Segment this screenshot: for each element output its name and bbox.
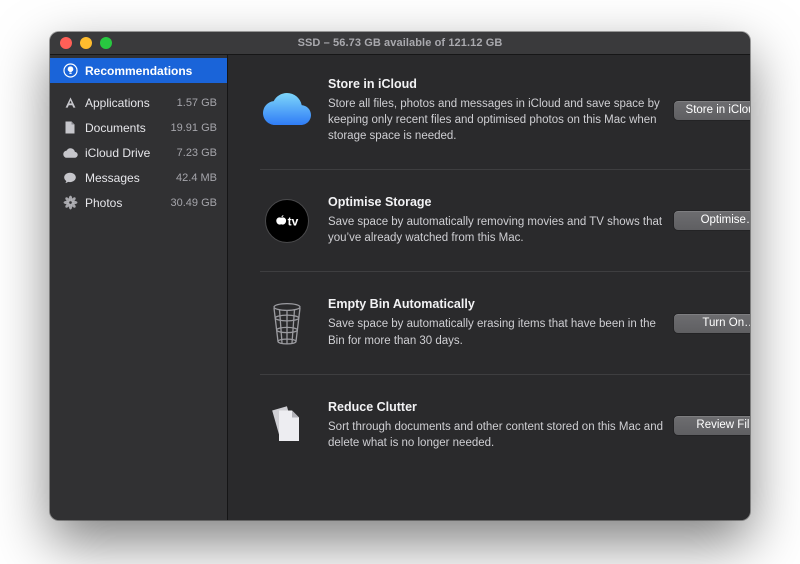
section-description: Sort through documents and other content… [328, 419, 673, 451]
sidebar-item-applications[interactable]: Applications 1.57 GB [50, 90, 227, 115]
applications-icon [62, 96, 78, 109]
sidebar-item-label: Photos [85, 196, 122, 210]
sidebar-item-size: 1.57 GB [177, 97, 217, 109]
icloud-icon [260, 93, 314, 129]
section-text: Optimise Storage Save space by automatic… [328, 195, 673, 246]
separator [260, 169, 750, 170]
photos-icon [62, 195, 78, 210]
section-empty-bin: Empty Bin Automatically Save space by au… [260, 297, 750, 348]
section-description: Save space by automatically removing mov… [328, 214, 673, 246]
recommendations-pane: Store in iCloud Store all files, photos … [228, 55, 750, 520]
sidebar-item-documents[interactable]: Documents 19.91 GB [50, 115, 227, 140]
section-title: Empty Bin Automatically [328, 297, 673, 311]
optimise-button[interactable]: Optimise… [673, 210, 750, 231]
section-store-in-icloud: Store in iCloud Store all files, photos … [260, 77, 750, 144]
section-text: Store in iCloud Store all files, photos … [328, 77, 673, 144]
sidebar-item-icloud-drive[interactable]: iCloud Drive 7.23 GB [50, 140, 227, 165]
section-optimise-storage: tv Optimise Storage Save space by automa… [260, 195, 750, 246]
sidebar-item-size: 30.49 GB [171, 197, 217, 209]
review-files-button[interactable]: Review Files [673, 415, 750, 436]
window-body: Recommendations Applications 1.57 GB [50, 55, 750, 520]
sidebar: Recommendations Applications 1.57 GB [50, 55, 228, 520]
traffic-lights [50, 37, 112, 49]
storage-management-window: SSD – 56.73 GB available of 121.12 GB Re… [50, 32, 750, 520]
sidebar-item-label: Recommendations [85, 64, 192, 78]
svg-text:tv: tv [288, 214, 299, 228]
section-text: Empty Bin Automatically Save space by au… [328, 297, 673, 348]
document-icon [62, 121, 78, 134]
close-button[interactable] [60, 37, 72, 49]
sidebar-item-messages[interactable]: Messages 42.4 MB [50, 165, 227, 190]
section-reduce-clutter: Reduce Clutter Sort through documents an… [260, 400, 750, 451]
lightbulb-icon [62, 63, 78, 78]
section-title: Optimise Storage [328, 195, 673, 209]
turn-on-button[interactable]: Turn On… [673, 313, 750, 334]
sidebar-item-size: 7.23 GB [177, 147, 217, 159]
sidebar-item-label: Documents [85, 121, 146, 135]
sidebar-item-size: 19.91 GB [171, 122, 217, 134]
titlebar[interactable]: SSD – 56.73 GB available of 121.12 GB [50, 32, 750, 55]
sidebar-item-size: 42.4 MB [176, 172, 217, 184]
documents-stack-icon [260, 402, 314, 448]
section-title: Reduce Clutter [328, 400, 673, 414]
section-description: Save space by automatically erasing item… [328, 316, 673, 348]
zoom-button[interactable] [100, 37, 112, 49]
minimize-button[interactable] [80, 37, 92, 49]
sidebar-item-recommendations[interactable]: Recommendations [50, 58, 227, 83]
section-title: Store in iCloud [328, 77, 673, 91]
trash-bin-icon [260, 300, 314, 346]
messages-icon [62, 171, 78, 185]
sidebar-item-label: iCloud Drive [85, 146, 150, 160]
sidebar-item-label: Applications [85, 96, 150, 110]
apple-tv-icon: tv [260, 198, 314, 244]
window-title: SSD – 56.73 GB available of 121.12 GB [50, 37, 750, 49]
separator [260, 271, 750, 272]
separator [260, 374, 750, 375]
sidebar-item-photos[interactable]: Photos 30.49 GB [50, 190, 227, 215]
sidebar-item-label: Messages [85, 171, 140, 185]
section-description: Store all files, photos and messages in … [328, 96, 673, 144]
section-text: Reduce Clutter Sort through documents an… [328, 400, 673, 451]
store-in-icloud-button[interactable]: Store in iCloud… [673, 100, 750, 121]
icloud-drive-icon [62, 147, 78, 159]
